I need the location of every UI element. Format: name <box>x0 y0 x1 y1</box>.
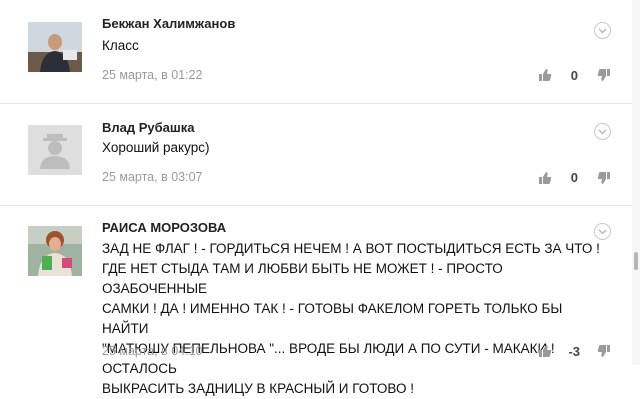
chevron-down-icon <box>598 229 607 234</box>
comment-item: РАИСА МОРОЗОВА ЗАД НЕ ФЛАГ ! - ГОРДИТЬСЯ… <box>0 206 632 396</box>
scrollbar[interactable] <box>632 0 640 365</box>
comment-menu-button[interactable] <box>594 223 611 240</box>
comment-author[interactable]: Влад Рубашка <box>102 120 194 135</box>
comment-item: Влад Рубашка Хороший ракурс) 25 марта, в… <box>0 104 632 204</box>
thumbs-down-icon[interactable] <box>597 344 611 358</box>
avatar[interactable] <box>28 125 82 175</box>
comment-author[interactable]: Бекжан Халимжанов <box>102 16 235 31</box>
avatar[interactable] <box>28 22 82 72</box>
avatar[interactable] <box>28 226 82 276</box>
comment-menu-button[interactable] <box>594 123 611 140</box>
comment-text: Класс <box>102 38 139 53</box>
comment-menu-button[interactable] <box>594 22 611 39</box>
comment-date[interactable]: 25 марта, в 04:10 <box>102 344 202 358</box>
comment-text: ЗАД НЕ ФЛАГ ! - ГОРДИТЬСЯ НЕЧЕМ ! А ВОТ … <box>102 241 600 396</box>
chevron-down-icon <box>598 129 607 134</box>
thumbs-up-icon[interactable] <box>538 344 552 358</box>
thumbs-down-icon[interactable] <box>597 171 611 185</box>
thumbs-up-icon[interactable] <box>538 171 552 185</box>
comment-score: 0 <box>570 68 578 83</box>
scrollbar-thumb[interactable] <box>634 252 638 270</box>
comment-date[interactable]: 25 марта, в 01:22 <box>102 68 202 82</box>
thumbs-down-icon[interactable] <box>597 68 611 82</box>
thumbs-up-icon[interactable] <box>538 68 552 82</box>
comment-author[interactable]: РАИСА МОРОЗОВА <box>102 220 226 235</box>
default-avatar-icon <box>28 125 82 175</box>
comment-text: Хороший ракурс) <box>102 140 210 155</box>
comment-item: Бекжан Халимжанов Класс 25 марта, в 01:2… <box>0 0 632 102</box>
comment-score: -3 <box>568 344 580 359</box>
chevron-down-icon <box>598 28 607 33</box>
comment-score: 0 <box>570 170 578 185</box>
comment-date[interactable]: 25 марта, в 03:07 <box>102 170 202 184</box>
user-photo <box>28 22 82 72</box>
user-photo <box>28 226 82 276</box>
